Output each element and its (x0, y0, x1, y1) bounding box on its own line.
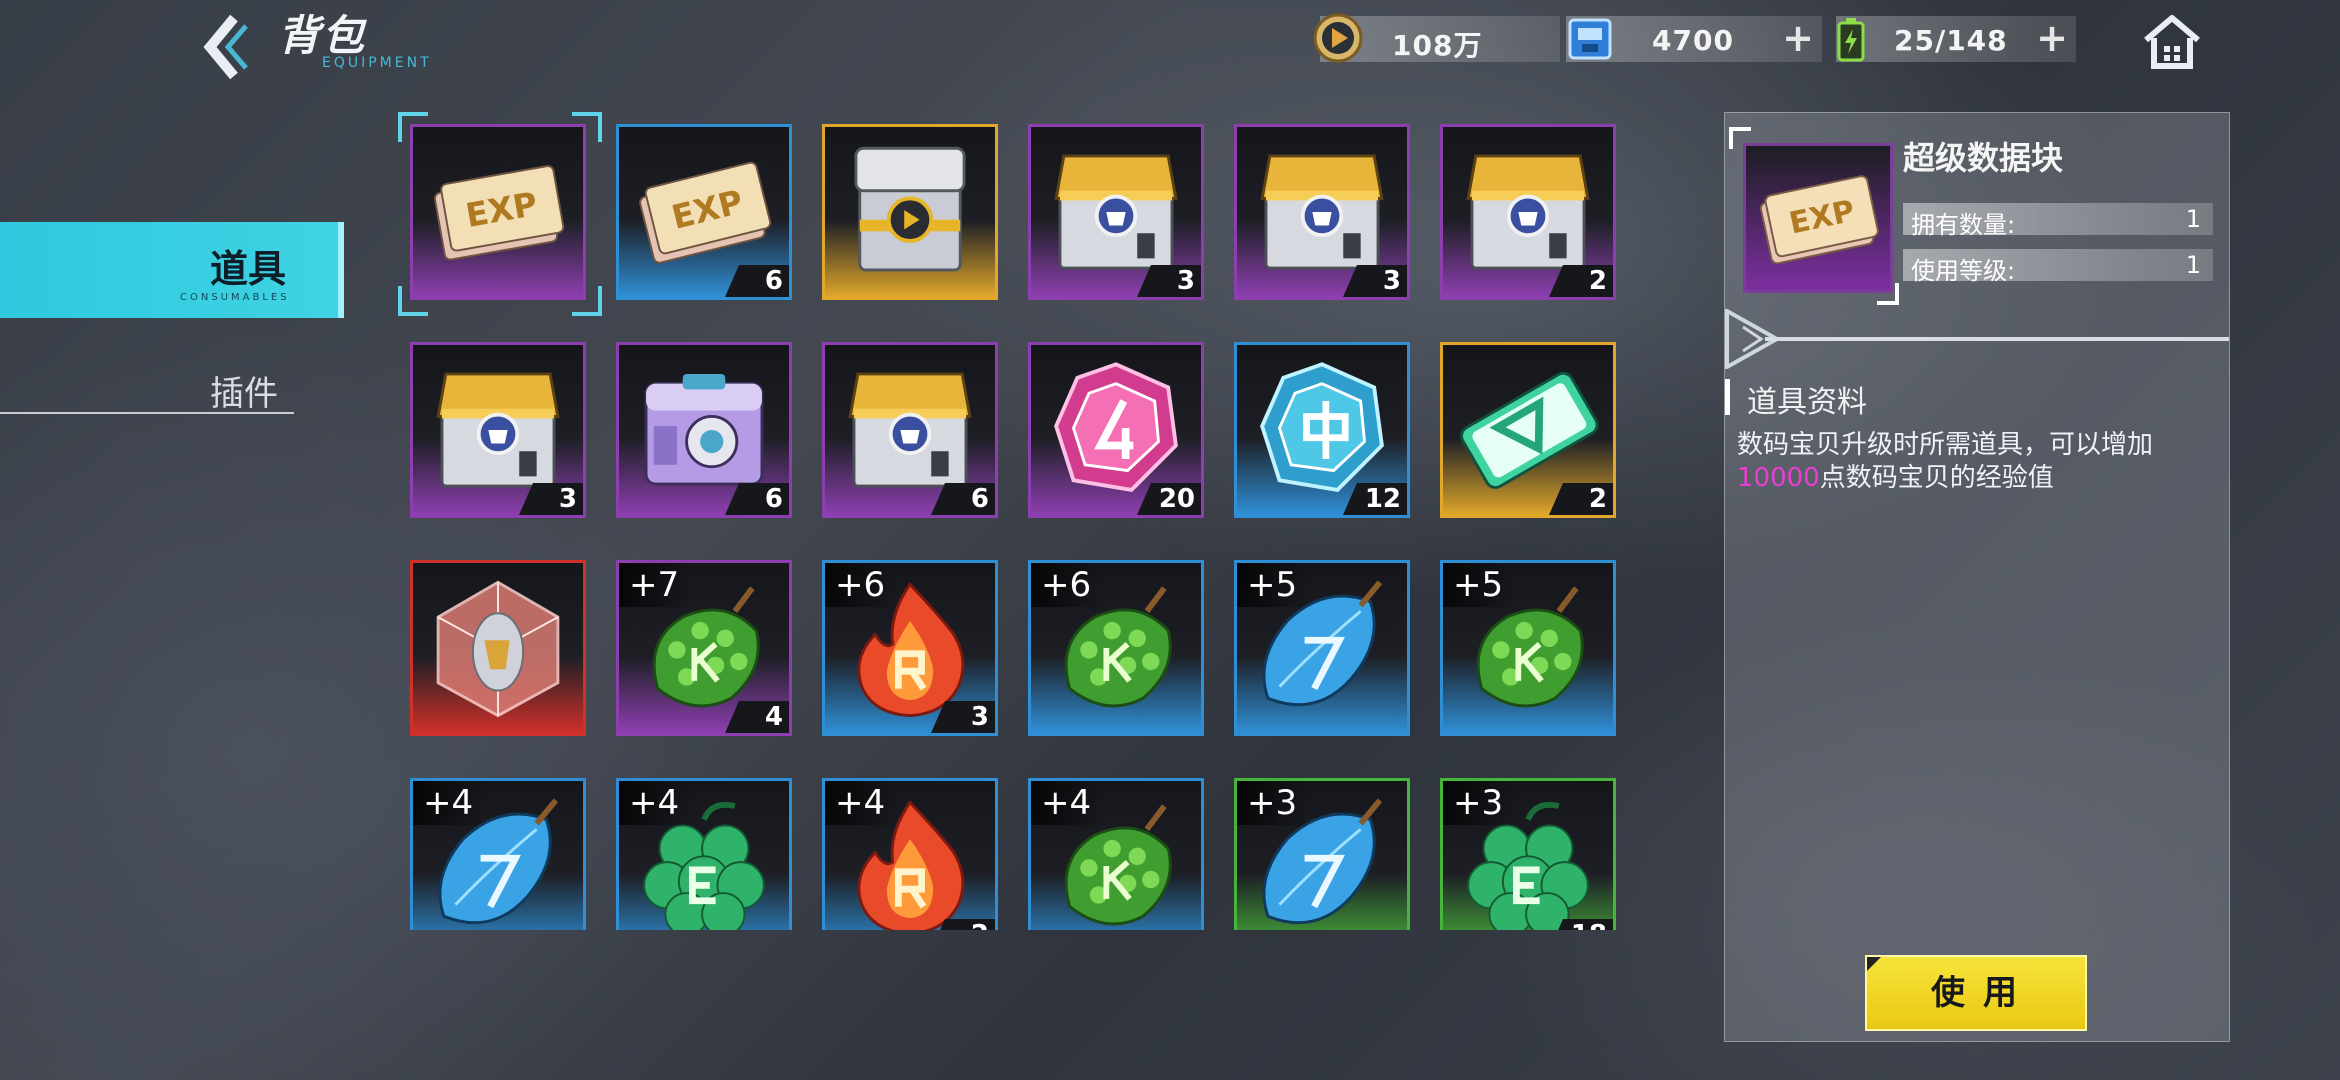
corner-bracket-icon (1877, 283, 1899, 305)
inventory-slot[interactable]: 20 (1028, 342, 1204, 518)
description-text: 数码宝贝升级时所需道具，可以增加 (1737, 430, 2154, 460)
inventory-slot[interactable]: 3 (1234, 124, 1410, 300)
inventory-slot[interactable]: +5 (1440, 560, 1616, 736)
inventory-slot[interactable]: +3 (1234, 778, 1410, 930)
enhance-bonus-label: +4 (413, 781, 486, 825)
inventory-slot[interactable]: EXP 6 (616, 124, 792, 300)
enhance-bonus-label: +6 (825, 563, 898, 607)
selection-bracket (398, 286, 428, 316)
inventory-slot[interactable] (410, 560, 586, 736)
inventory-slot[interactable]: 3 (410, 342, 586, 518)
item-description: 数码宝贝升级时所需道具，可以增加10000点数码宝贝的经验值 (1737, 429, 2207, 495)
gold-supply-crate-icon (825, 127, 995, 297)
tab-plugins[interactable]: 插件 (0, 362, 294, 414)
inventory-grid: EXP EXP 6 3 3 2 3 6 6 20 12 2 +7 4 +6 3 … (398, 112, 1628, 930)
owned-count-row: 拥有数量: 1 (1903, 203, 2213, 239)
page-title: 背包 (278, 11, 367, 60)
selection-bracket (572, 112, 602, 142)
crystal-currency-bar: 4700 + (1566, 16, 1822, 62)
description-highlight: 10000 (1737, 463, 1820, 493)
energy-currency-bar: 25/148 + (1836, 16, 2076, 62)
inventory-slot[interactable]: +4 (1028, 778, 1204, 930)
gold-value: 108万 (1392, 29, 1483, 62)
inventory-slot[interactable]: +5 (1234, 560, 1410, 736)
add-energy-button[interactable]: + (2036, 18, 2068, 58)
inventory-slot[interactable]: +318 (1440, 778, 1616, 930)
digi-crystal-icon (1568, 18, 1612, 60)
inventory-slot[interactable]: 3 (1028, 124, 1204, 300)
enhance-bonus-label: +4 (825, 781, 898, 825)
inventory-slot[interactable]: EXP (410, 124, 586, 300)
inventory-slot[interactable]: +4 (616, 778, 792, 930)
section-title: 道具资料 (1747, 385, 1867, 420)
enhance-bonus-label: +3 (1443, 781, 1516, 825)
use-button[interactable]: 使用 (1865, 955, 2087, 1031)
enhance-bonus-label: +7 (619, 563, 692, 607)
enhance-bonus-label: +5 (1443, 563, 1516, 607)
section-accent-bar (1725, 379, 1730, 415)
use-level-label: 使用等级: (1911, 257, 2016, 285)
item-info-section-header: 道具资料 (1725, 375, 1925, 420)
gold-currency-bar: 108万 (1313, 13, 1560, 63)
inventory-slot[interactable]: +6 (1028, 560, 1204, 736)
enhance-bonus-label: +4 (619, 781, 692, 825)
tab-items-label: 道具 (210, 247, 287, 291)
selection-bracket (572, 286, 602, 316)
owned-count-value: 1 (2185, 205, 2201, 233)
description-text-end: 点数码宝贝的经验值 (1819, 463, 2054, 493)
inventory-slot[interactable]: +6 3 (822, 560, 998, 736)
inventory-slot[interactable]: +7 4 (616, 560, 792, 736)
inventory-slot[interactable]: +4 (410, 778, 586, 930)
home-icon[interactable] (2142, 14, 2202, 70)
tab-plugins-label: 插件 (210, 374, 278, 414)
use-level-row: 使用等级: 1 (1903, 249, 2213, 285)
inventory-slot[interactable] (822, 124, 998, 300)
enhance-bonus-label: +6 (1031, 563, 1104, 607)
inventory-slot[interactable]: 6 (616, 342, 792, 518)
enhance-bonus-label: +5 (1237, 563, 1310, 607)
back-arrow-icon[interactable] (188, 12, 258, 82)
inventory-slot[interactable]: 12 (1234, 342, 1410, 518)
enhance-bonus-label: +3 (1237, 781, 1310, 825)
energy-battery-icon (1837, 18, 1865, 62)
inventory-slot[interactable]: 2 (1440, 124, 1616, 300)
inventory-slot[interactable]: 2 (1440, 342, 1616, 518)
owned-count-label: 拥有数量: (1911, 211, 2016, 239)
tab-active-edge (338, 222, 344, 318)
enhance-bonus-label: +4 (1031, 781, 1104, 825)
exp-card-icon: EXP (413, 127, 583, 297)
detail-item-name: 超级数据块 (1903, 139, 2064, 177)
use-button-label: 使用 (1931, 973, 2035, 1013)
add-crystal-button[interactable]: + (1782, 18, 1814, 58)
section-divider (1725, 309, 2229, 369)
tab-items[interactable]: 道具 CONSUMABLES (0, 222, 344, 318)
gold-coin-icon (1313, 13, 1363, 63)
selection-bracket (398, 112, 428, 142)
inventory-slot[interactable]: +42 (822, 778, 998, 930)
energy-value: 25/148 (1894, 24, 2008, 57)
use-level-value: 1 (2185, 251, 2201, 279)
page-subtitle: EQUIPMENT (322, 55, 432, 71)
tab-items-sublabel: CONSUMABLES (180, 292, 290, 303)
red-crystal-cube-icon (413, 563, 583, 733)
detail-item-thumbnail: EXP (1743, 143, 1893, 293)
exp-card-icon: EXP (1746, 146, 1890, 290)
inventory-slot[interactable]: 6 (822, 342, 998, 518)
item-detail-panel: EXP 超级数据块 拥有数量: 1 使用等级: 1 道具资料 数码宝贝升级时所需… (1724, 112, 2230, 1042)
crystal-value: 4700 (1652, 24, 1734, 57)
